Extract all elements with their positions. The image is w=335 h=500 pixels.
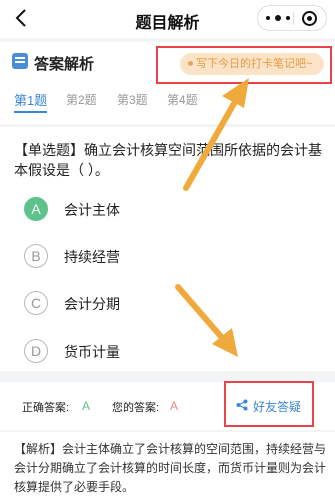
- option-label: 货币计量: [64, 344, 120, 360]
- tab-question-1[interactable]: 第1题: [14, 90, 47, 109]
- nav-bar: 题目解析: [0, 0, 335, 38]
- option-label: 持续经营: [64, 249, 120, 265]
- your-answer-label: 您的答案:: [112, 402, 160, 414]
- option-letter: C: [24, 291, 48, 315]
- highlight-box-share: [224, 381, 314, 427]
- explanation-text: 【解析】会计主体确立了会计核算的空间范围，持续经营与会计分期确立了会计核算的时间…: [14, 442, 327, 494]
- capsule-divider: [293, 12, 294, 25]
- highlight-box-note: [156, 46, 332, 84]
- correct-answer-label: 正确答案:: [22, 402, 70, 414]
- option-label: 会计主体: [64, 202, 120, 218]
- miniprogram-capsule: [257, 5, 327, 31]
- document-icon: [12, 53, 28, 69]
- correct-answer-value: A: [82, 399, 91, 413]
- tab-question-4[interactable]: 第4题: [167, 91, 198, 108]
- tab-question-2[interactable]: 第2题: [66, 91, 97, 108]
- option-letter: D: [24, 339, 48, 363]
- option-letter: B: [24, 244, 48, 268]
- more-dots-icon[interactable]: [266, 6, 290, 30]
- option-label: 会计分期: [64, 296, 120, 312]
- option-letter: A: [24, 197, 48, 221]
- active-tab-indicator: [14, 111, 47, 113]
- your-answer-value: A: [170, 399, 179, 413]
- record-circle-icon[interactable]: [302, 11, 317, 26]
- question-text: 【单选题】确立会计核算空间范围所依据的会计基本假设是（ ）。: [14, 142, 322, 178]
- section-title: 答案解析: [34, 56, 95, 73]
- tab-question-3[interactable]: 第3题: [117, 91, 148, 108]
